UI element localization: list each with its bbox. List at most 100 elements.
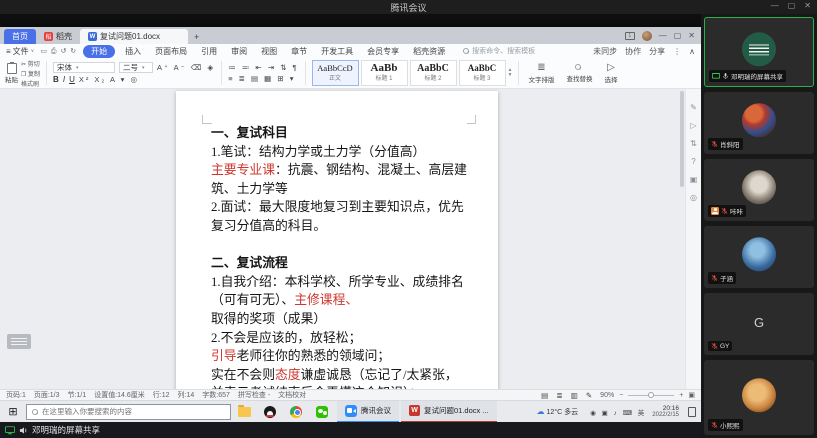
account-avatar[interactable] xyxy=(642,31,652,41)
italic-button[interactable]: I xyxy=(63,75,65,84)
adjust-icon[interactable]: ⇅ xyxy=(690,139,697,148)
participant-tile[interactable]: 邓明瑞的屏幕共享 xyxy=(704,17,814,87)
wps-tab-bar: 首页 稻 稻壳 W 复试问题01.docx + 1 — ▢ ✕ xyxy=(0,27,701,44)
menu-section[interactable]: 章节 xyxy=(287,46,311,57)
tab-document[interactable]: W 复试问题01.docx xyxy=(80,29,188,44)
menu-docer-resources[interactable]: 稻壳资源 xyxy=(409,46,449,57)
more-icon[interactable]: ⋮ xyxy=(673,47,681,56)
mic-muted-icon xyxy=(711,140,718,148)
tab-home[interactable]: 首页 xyxy=(4,29,36,44)
tencent-meeting-icon xyxy=(345,405,357,417)
menu-membership[interactable]: 会员专享 xyxy=(363,46,403,57)
zoom-out-button[interactable]: − xyxy=(619,392,623,399)
quick-access-icons[interactable]: ▭ ⎙ ↺ ↻ xyxy=(40,47,77,56)
chrome-icon[interactable] xyxy=(283,401,309,423)
task-pane-icon[interactable]: 1 xyxy=(625,32,635,40)
tab-docer[interactable]: 稻 稻壳 xyxy=(36,29,80,44)
wps-minimize-icon[interactable]: — xyxy=(659,31,667,40)
tray-icons[interactable]: ◉ ▣ ♪ ⌨ 英 xyxy=(590,407,646,417)
paste-button[interactable]: 粘贴 xyxy=(5,63,18,84)
globe-icon[interactable]: ◎ xyxy=(690,193,697,202)
qq-icon[interactable] xyxy=(257,401,283,423)
screen-share-banner: 邓明瑞的屏幕共享 xyxy=(0,422,701,438)
participant-tile[interactable]: 肖斜阳 xyxy=(704,92,814,154)
chevron-down-icon: ∨ xyxy=(31,48,35,54)
file-explorer-icon[interactable] xyxy=(231,401,257,423)
proofread[interactable]: 文档校对 xyxy=(278,390,306,400)
command-search[interactable]: 搜索命令、搜索模板 xyxy=(463,46,535,56)
style-heading3[interactable]: AaBbC 标题 3 xyxy=(459,60,506,86)
menu-home[interactable]: 开始 xyxy=(83,45,115,58)
text-layout-button[interactable]: ≣ 文字排版 xyxy=(525,63,557,84)
notification-center-icon[interactable] xyxy=(688,407,696,417)
clipboard-icon xyxy=(7,63,17,74)
menu-insert[interactable]: 插入 xyxy=(121,46,145,57)
taskbar-clock[interactable]: 20:16 2022/2/15 xyxy=(652,405,679,419)
taskbar-search-input[interactable] xyxy=(42,407,212,416)
document-page[interactable]: 一、复试科目 1.笔试：结构力学或土力学（分值高） 主要专业课：抗震、钢结构、混… xyxy=(176,91,498,389)
participant-tile[interactable]: G GY xyxy=(704,293,814,355)
windows-taskbar: ⊞ 腾讯会议 W 复试问题01.docx ... ☁ 12°C 多云 xyxy=(0,400,701,422)
snapshot-icon[interactable]: ▣ xyxy=(690,175,698,184)
menu-review[interactable]: 审阅 xyxy=(227,46,251,57)
spell-check[interactable]: 拼写检查 - xyxy=(238,390,270,400)
zoom-slider[interactable] xyxy=(628,395,674,396)
bold-button[interactable]: B xyxy=(53,75,59,84)
minimize-icon[interactable]: — xyxy=(771,1,779,10)
menu-dev-tools[interactable]: 开发工具 xyxy=(317,46,357,57)
find-replace-button[interactable]: 查找替换 xyxy=(563,64,595,83)
zoom-slider-knob[interactable] xyxy=(648,392,654,398)
share-button[interactable]: 分享 xyxy=(649,46,665,57)
list-indent-tools[interactable]: ≔ ≕ ⇤ ⇥ ⇅ ¶ xyxy=(228,63,298,72)
menu-view[interactable]: 视图 xyxy=(257,46,281,57)
style-normal[interactable]: AaBbCcD 正文 xyxy=(312,60,359,86)
cut-button[interactable]: ✂ 剪切 xyxy=(21,59,40,68)
edit-pen-icon[interactable]: ✎ xyxy=(690,103,697,112)
menu-references[interactable]: 引用 xyxy=(197,46,221,57)
wechat-icon[interactable] xyxy=(309,401,335,423)
collapse-ribbon-icon[interactable]: ∧ xyxy=(689,47,695,56)
help-icon[interactable]: ? xyxy=(691,157,695,166)
select-button[interactable]: ▷ 选择 xyxy=(601,63,620,84)
new-tab-button[interactable]: + xyxy=(188,29,205,44)
participant-tile[interactable]: 小熙熙 xyxy=(704,360,814,435)
style-heading2[interactable]: AaBbC 标题 2 xyxy=(410,60,457,86)
file-menu[interactable]: ≡ 文件 ∨ xyxy=(6,46,34,57)
zoom-in-button[interactable]: + xyxy=(679,392,683,399)
weather-widget[interactable]: ☁ 12°C 多云 xyxy=(537,407,579,417)
font-name-select[interactable]: 宋体 ▾ xyxy=(53,62,115,73)
font-size-select[interactable]: 二号 ▾ xyxy=(119,62,153,73)
zoom-level[interactable]: 90% xyxy=(600,392,614,399)
maximize-icon[interactable]: ▢ xyxy=(788,1,796,10)
document-text[interactable]: 一、复试科目 1.笔试：结构力学或土力学（分值高） 主要专业课：抗震、钢结构、混… xyxy=(211,124,468,389)
start-button[interactable]: ⊞ xyxy=(0,405,26,418)
fullscreen-icon[interactable]: ▣ xyxy=(688,391,695,399)
participant-tile[interactable]: 子涵 xyxy=(704,226,814,288)
copy-button[interactable]: ❐ 复制 xyxy=(21,69,40,78)
char-format-tools[interactable]: X² X₂ A ▾ ◎ xyxy=(79,75,139,84)
menu-page-layout[interactable]: 页面布局 xyxy=(151,46,191,57)
participant-tile[interactable]: 咔咔 xyxy=(704,159,814,221)
sync-status-button[interactable]: 未同步 xyxy=(593,46,617,57)
format-painter-button[interactable]: 格式刷 xyxy=(21,79,40,88)
wps-maximize-icon[interactable]: ▢ xyxy=(674,31,682,40)
close-icon[interactable]: ✕ xyxy=(804,1,811,10)
vertical-scrollbar[interactable] xyxy=(680,91,684,187)
collaborate-button[interactable]: 协作 xyxy=(625,46,641,57)
underline-button[interactable]: U xyxy=(69,75,75,84)
word-count[interactable]: 字数:657 xyxy=(202,390,230,400)
wps-close-icon[interactable]: ✕ xyxy=(688,31,695,40)
view-mode-icons[interactable]: ▤ ≣ ▥ ✎ xyxy=(541,391,595,400)
font-scale-tools[interactable]: A⁺ A⁻ ⌫ ◈ xyxy=(157,63,215,72)
taskbar-app-meeting[interactable]: 腾讯会议 xyxy=(337,401,399,423)
outline-panel-handle[interactable] xyxy=(7,334,31,349)
page-number: 页码:1 xyxy=(6,390,26,400)
alignment-tools[interactable]: ≡ ≣ ▤ ▦ ⊞ ▾ xyxy=(228,74,295,83)
doc-red-text: 主要专业课 xyxy=(211,163,275,177)
taskbar-app-wps[interactable]: W 复试问题01.docx ... xyxy=(401,401,497,423)
doc-heading-1: 一、复试科目 xyxy=(211,124,468,143)
style-heading1[interactable]: AaBb 标题 1 xyxy=(361,60,408,86)
taskbar-search[interactable] xyxy=(26,404,231,420)
select-cursor-icon[interactable]: ▷ xyxy=(690,121,696,130)
styles-scroll-arrows[interactable]: ▲▼ xyxy=(508,68,513,78)
